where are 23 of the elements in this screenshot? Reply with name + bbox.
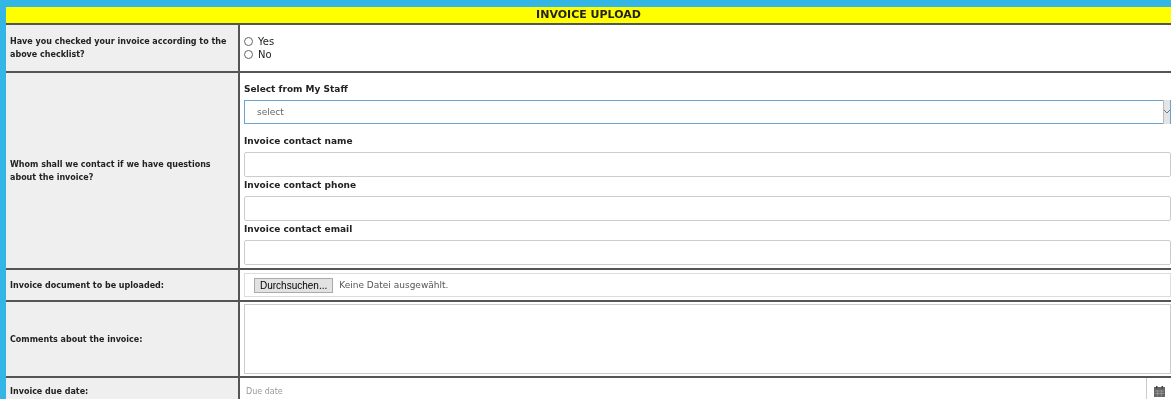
file-field[interactable]: Durchsuchen... Keine Datei ausgewählt. <box>244 273 1171 297</box>
field-label: Whom shall we contact if we have questions about the invoice? <box>10 158 212 184</box>
staff-dropdown[interactable]: select <box>244 100 1171 124</box>
date-field[interactable]: Due date <box>244 378 1147 399</box>
browse-button[interactable]: Durchsuchen... <box>254 277 334 293</box>
field-label: Invoice contact name <box>244 135 354 148</box>
field-label: Select from My Staff <box>244 83 349 96</box>
field-label: Comments about the invoice: <box>10 333 143 346</box>
option-label: No <box>258 49 272 60</box>
field-label: Invoice contact phone <box>244 179 358 192</box>
input-field[interactable] <box>244 196 1171 221</box>
input-field[interactable] <box>244 152 1171 177</box>
option-label: Yes <box>258 36 275 47</box>
input-field[interactable] <box>244 240 1171 265</box>
field-label: Invoice document to be uploaded: <box>10 279 164 292</box>
caret-icon <box>1163 100 1170 124</box>
radio-button[interactable] <box>244 37 253 46</box>
field-label: Have you checked your invoice according to the above checklist? <box>10 36 228 61</box>
field-label: Invoice contact email <box>244 223 354 236</box>
field-label: Invoice due date: <box>10 386 89 398</box>
radio-button[interactable] <box>244 50 253 59</box>
file-status: Keine Datei ausgewählt. <box>339 280 449 290</box>
section-title: INVOICE UPLOAD <box>6 7 1171 25</box>
